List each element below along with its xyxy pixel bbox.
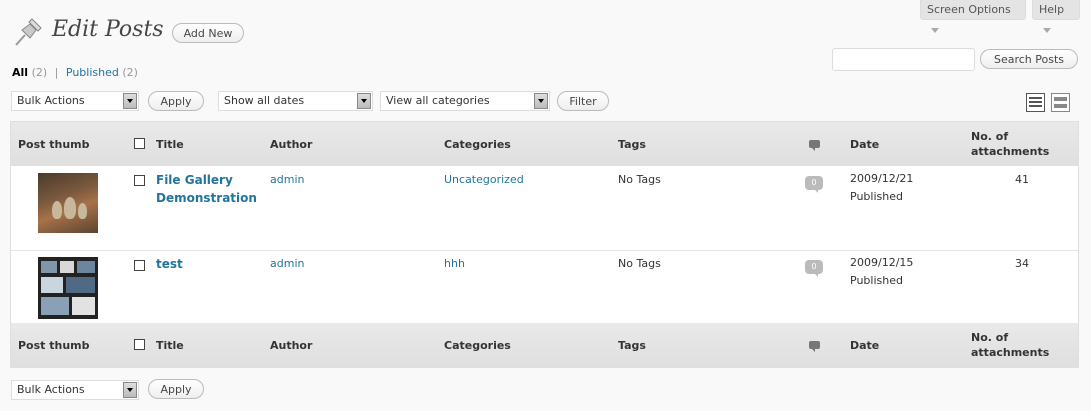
post-date: 2009/12/15 Published: [850, 254, 913, 290]
post-status: Published: [850, 190, 903, 203]
column-attachments-line2: attachments: [971, 145, 1050, 158]
filter-published-link[interactable]: Published: [66, 66, 119, 79]
table-row: test admin hhh No Tags 0 2009/12/15 Publ…: [11, 251, 1078, 324]
post-category-link[interactable]: Uncategorized: [444, 173, 524, 186]
post-title-line1: File Gallery: [156, 173, 233, 187]
apply-button-bottom[interactable]: Apply: [148, 379, 204, 399]
screen-options-button[interactable]: Screen Options: [920, 0, 1026, 33]
post-title-link[interactable]: File Gallery Demonstration: [156, 171, 257, 207]
post-date-value: 2009/12/15: [850, 256, 914, 269]
apply-button[interactable]: Apply: [148, 91, 204, 111]
column-tags: Tags: [618, 339, 646, 352]
comment-bubble-icon[interactable]: [809, 140, 820, 151]
column-author: Author: [270, 339, 313, 352]
post-date: 2009/12/21 Published: [850, 170, 913, 206]
attachments-count: 34: [1015, 257, 1029, 270]
filter-all-count: (2): [31, 66, 48, 79]
post-title-line2: Demonstration: [156, 191, 257, 205]
search-input[interactable]: [832, 48, 975, 71]
table-header: Post thumb Title Author Categories Tags …: [11, 122, 1078, 166]
pushpin-icon: [15, 18, 42, 46]
column-tags: Tags: [618, 138, 646, 151]
select-all-checkbox[interactable]: [134, 339, 145, 350]
help-label: Help: [1039, 3, 1065, 16]
dates-value: Show all dates: [224, 94, 305, 107]
dates-select[interactable]: Show all dates: [218, 91, 373, 111]
column-date[interactable]: Date: [850, 138, 879, 151]
row-checkbox[interactable]: [134, 175, 145, 186]
add-new-button[interactable]: Add New: [172, 23, 244, 43]
comment-count-badge[interactable]: 0: [805, 260, 823, 277]
search-posts-button[interactable]: Search Posts: [980, 49, 1078, 69]
column-title[interactable]: Title: [156, 138, 184, 151]
post-tags: No Tags: [618, 257, 661, 270]
status-filter: All (2) | Published (2): [12, 66, 138, 79]
bulk-actions-select-bottom[interactable]: Bulk Actions: [11, 380, 139, 400]
column-post-thumb: Post thumb: [18, 339, 90, 352]
post-tags: No Tags: [618, 173, 661, 186]
filter-published-count: (2): [122, 66, 138, 79]
attachments-count: 41: [1015, 173, 1029, 186]
filter-all-link[interactable]: All: [12, 66, 28, 79]
categories-value: View all categories: [386, 94, 490, 107]
table-row: File Gallery Demonstration admin Uncateg…: [11, 166, 1078, 251]
column-date[interactable]: Date: [850, 339, 879, 352]
filter-button[interactable]: Filter: [557, 91, 609, 111]
filter-separator: |: [54, 66, 59, 79]
column-attachments-line2: attachments: [971, 346, 1050, 359]
row-checkbox[interactable]: [134, 260, 145, 271]
post-status: Published: [850, 274, 903, 287]
bulk-actions-value: Bulk Actions: [17, 383, 85, 396]
chevron-down-icon: [1043, 27, 1051, 33]
select-all-checkbox[interactable]: [134, 138, 145, 149]
post-author-link[interactable]: admin: [270, 173, 304, 186]
help-button[interactable]: Help: [1032, 0, 1080, 33]
column-categories: Categories: [444, 138, 511, 151]
posts-table: Post thumb Title Author Categories Tags …: [10, 121, 1079, 368]
screen-options-label: Screen Options: [927, 3, 1011, 16]
post-date-value: 2009/12/21: [850, 172, 914, 185]
page-title: Edit Posts: [52, 17, 164, 42]
post-author-link[interactable]: admin: [270, 257, 304, 270]
bulk-actions-select[interactable]: Bulk Actions: [11, 91, 139, 111]
bulk-actions-value: Bulk Actions: [17, 94, 85, 107]
column-categories: Categories: [444, 339, 511, 352]
post-thumbnail[interactable]: [38, 257, 98, 319]
dropdown-arrow-icon: [123, 93, 137, 109]
table-footer: Post thumb Title Author Categories Tags …: [11, 323, 1078, 367]
column-author: Author: [270, 138, 313, 151]
comment-bubble-icon[interactable]: [809, 341, 820, 352]
column-title[interactable]: Title: [156, 339, 184, 352]
post-category-link[interactable]: hhh: [444, 257, 465, 270]
chevron-down-icon: [931, 27, 939, 33]
dropdown-arrow-icon: [534, 93, 548, 109]
post-title-link[interactable]: test: [156, 255, 183, 273]
list-view-icon[interactable]: [1026, 93, 1045, 112]
column-post-thumb: Post thumb: [18, 138, 90, 151]
categories-select[interactable]: View all categories: [380, 91, 550, 111]
dropdown-arrow-icon: [123, 382, 137, 398]
dropdown-arrow-icon: [357, 93, 371, 109]
excerpt-view-icon[interactable]: [1051, 93, 1070, 112]
post-thumbnail[interactable]: [38, 173, 98, 233]
comment-count-badge[interactable]: 0: [805, 176, 823, 193]
column-attachments-line1: No. of: [971, 130, 1009, 143]
column-attachments-line1: No. of: [971, 331, 1009, 344]
